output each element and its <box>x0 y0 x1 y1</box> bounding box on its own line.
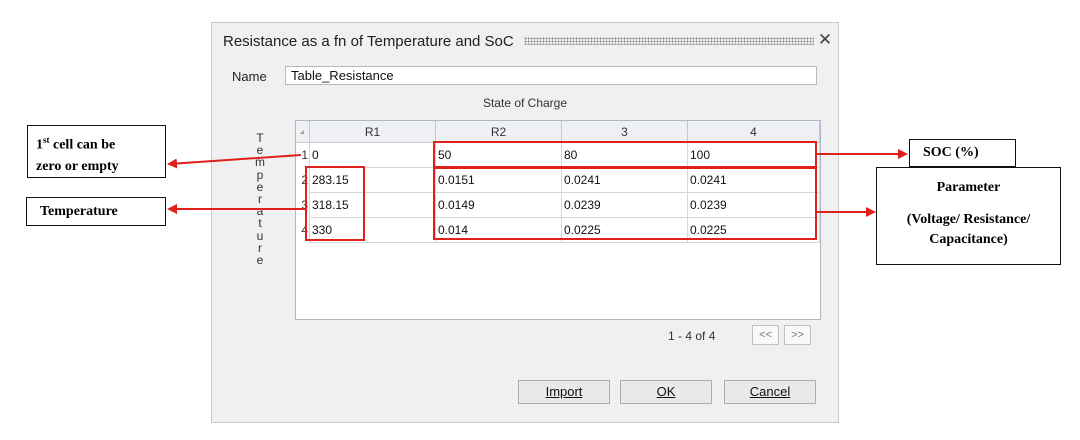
parameter-note: Parameter (Voltage/ Resistance/ Capacita… <box>876 167 1061 265</box>
soc-note: SOC (%) <box>909 139 1016 167</box>
temperature-note: Temperature <box>26 197 166 226</box>
first-cell-note: 1st cell can be zero or empty <box>27 125 166 178</box>
first-cell-arrow <box>167 154 302 169</box>
